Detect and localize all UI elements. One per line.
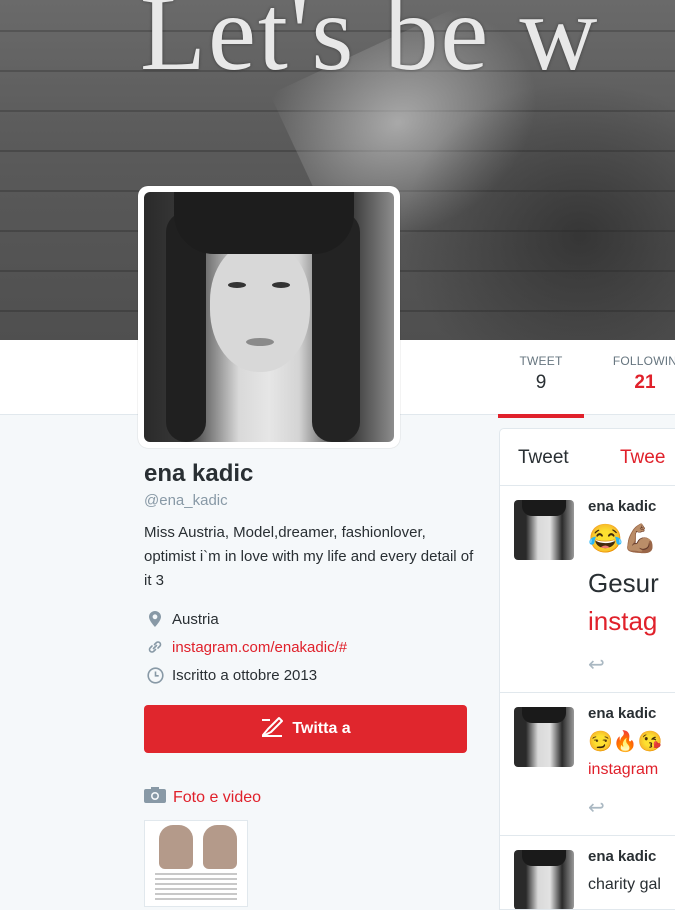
profile-bio: Miss Austria, Model,dreamer, fashionlove… (144, 524, 474, 589)
stat-label: TWEET (519, 354, 563, 368)
tweet-item[interactable]: ena kadic charity gal (500, 836, 675, 909)
profile-card: ena kadic @ena_kadic Miss Austria, Model… (144, 460, 474, 689)
compose-icon (260, 716, 284, 743)
location-pin-icon (144, 611, 166, 627)
stat-value: 21 (634, 372, 656, 393)
tweet-author[interactable]: ena kadic (588, 705, 656, 722)
profile-location: Austria (144, 605, 474, 633)
timeline-panel: Tweet Twee ena kadic 😂💪🏽 Gesur instag ↩ … (499, 428, 675, 910)
banner-text: Let's be w (140, 0, 600, 93)
tweet-emoji: 😂💪🏽 (588, 523, 658, 554)
camera-icon (144, 787, 166, 808)
profile-joined: Iscritto a ottobre 2013 (144, 661, 474, 689)
profile-name[interactable]: ena kadic (144, 460, 474, 488)
joined-text: Iscritto a ottobre 2013 (172, 666, 318, 684)
stat-tweets[interactable]: TWEET 9 (498, 354, 584, 418)
link-icon (144, 639, 166, 655)
timeline-tabs: Tweet Twee (500, 429, 675, 486)
tweet-link[interactable]: instagram (588, 761, 658, 779)
tab-tweets[interactable]: Tweet (518, 447, 569, 469)
tweet-text: Gesur (588, 568, 659, 598)
location-text: Austria (172, 610, 219, 628)
reply-icon[interactable]: ↩ (588, 652, 605, 677)
photos-videos-link[interactable]: Foto e video (144, 787, 261, 808)
tweet-item[interactable]: ena kadic 😏🔥😘 instagram ↩ (500, 693, 675, 836)
avatar-photo (144, 192, 394, 442)
stat-label: FOLLOWIN (612, 354, 675, 368)
tweet-text: charity gal (588, 876, 661, 893)
tab-tweets-replies[interactable]: Twee (620, 447, 665, 469)
profile-website[interactable]: instagram.com/enakadic/# (144, 633, 474, 661)
tweet-avatar[interactable] (514, 707, 574, 767)
tweet-item[interactable]: ena kadic 😂💪🏽 Gesur instag ↩ (500, 486, 675, 693)
tweet-author[interactable]: ena kadic (588, 848, 656, 865)
photos-videos-label: Foto e video (173, 788, 262, 806)
clock-icon (144, 666, 166, 684)
tweet-avatar[interactable] (514, 850, 574, 909)
stat-following[interactable]: FOLLOWIN 21 (600, 354, 675, 394)
media-thumbnail[interactable] (144, 820, 248, 907)
website-link[interactable]: instagram.com/enakadic/# (172, 639, 347, 656)
profile-handle[interactable]: @ena_kadic (144, 492, 474, 509)
tweet-avatar[interactable] (514, 500, 574, 560)
tweet-author[interactable]: ena kadic (588, 498, 656, 515)
profile-avatar[interactable] (138, 186, 400, 448)
tweet-emoji: 😏🔥😘 (588, 731, 663, 753)
tweet-to-button[interactable]: Twitta a (144, 705, 467, 753)
stat-value: 9 (535, 372, 547, 393)
tweet-to-label: Twitta a (292, 720, 351, 737)
reply-icon[interactable]: ↩ (588, 795, 605, 820)
tweet-link[interactable]: instag (588, 606, 657, 637)
